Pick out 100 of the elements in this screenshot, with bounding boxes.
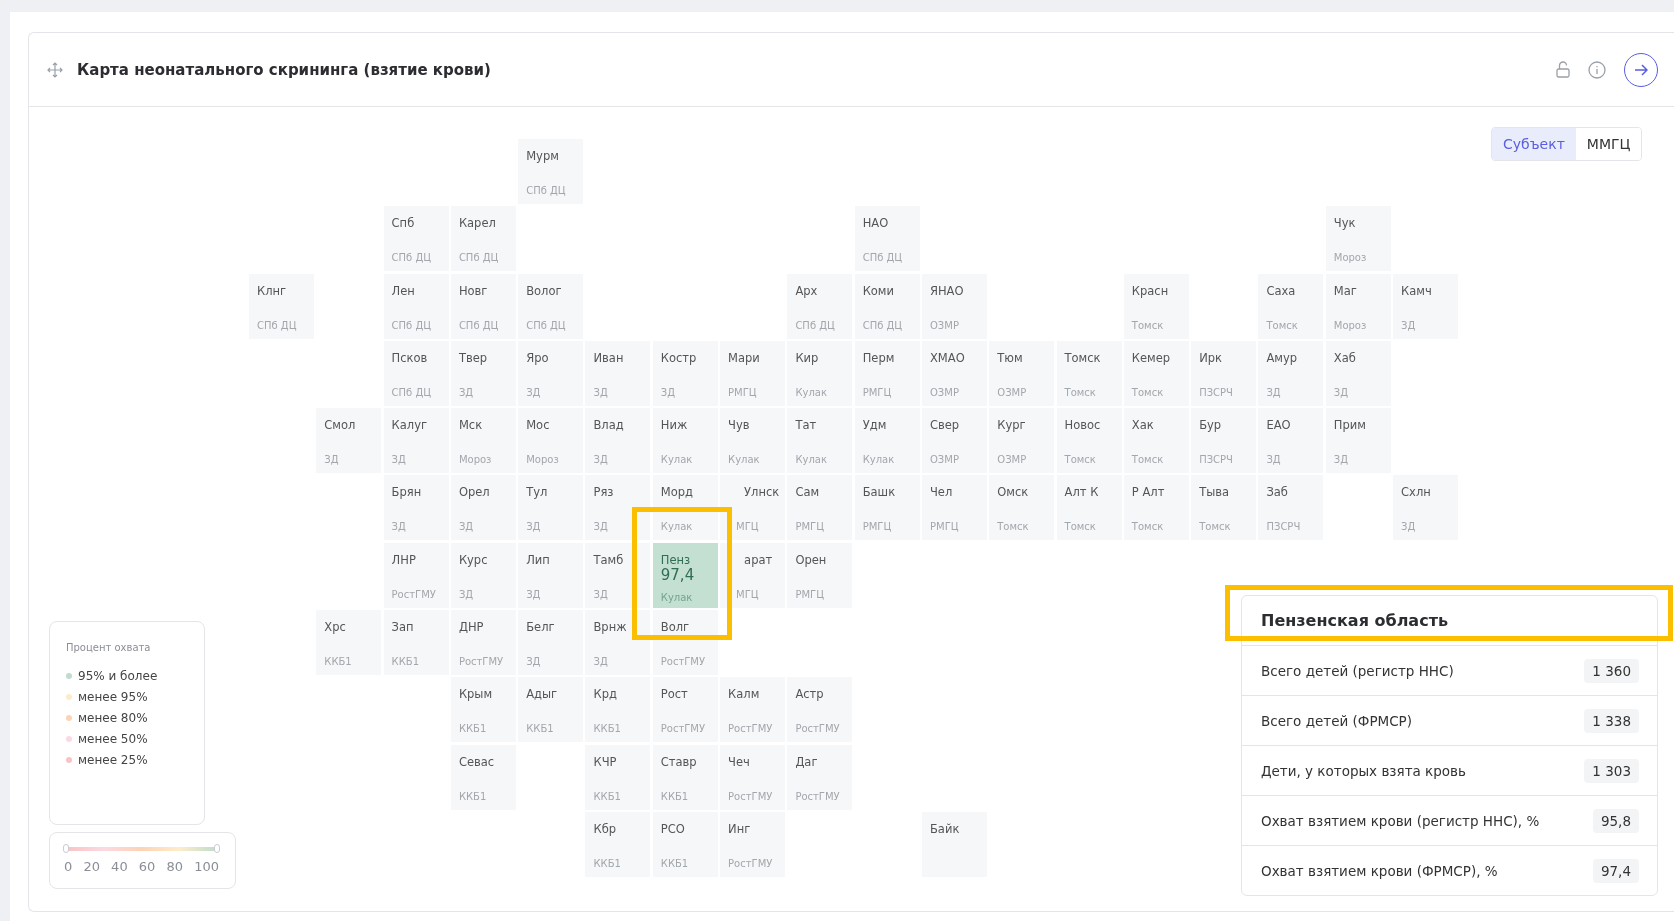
slider-handle[interactable] xyxy=(214,844,220,853)
region-tile[interactable]: Ирк ПЗСРЧ xyxy=(1191,340,1257,406)
region-tile[interactable]: Яро ЗД xyxy=(518,340,584,406)
region-tile[interactable]: ДНР РостГМУ xyxy=(450,610,516,676)
move-icon[interactable] xyxy=(47,61,63,78)
region-tile[interactable]: Клнг СПб ДЦ xyxy=(249,273,314,339)
region-tile[interactable]: Перм РМГЦ xyxy=(854,340,920,406)
region-tile[interactable]: ЕАО ЗД xyxy=(1258,408,1324,474)
region-tile[interactable]: Байк xyxy=(921,811,987,877)
region-tile[interactable]: Влад ЗД xyxy=(585,408,651,474)
region-tile[interactable]: Улнск МГЦ xyxy=(720,475,786,541)
region-tile[interactable]: Алт К Томск xyxy=(1056,475,1122,541)
region-tile[interactable]: Костр ЗД xyxy=(652,340,718,406)
region-tile[interactable]: Мурм СПб ДЦ xyxy=(518,139,584,204)
region-tile[interactable]: НАО СПб ДЦ xyxy=(854,206,920,272)
region-tile[interactable]: Тамб ЗД xyxy=(585,542,651,608)
region-tile[interactable]: Крым ККБ1 xyxy=(450,677,516,743)
region-tile[interactable]: Чел РМГЦ xyxy=(921,475,987,541)
region-tile[interactable]: КЧР ККБ1 xyxy=(585,744,651,810)
region-tile[interactable]: Тат Кулак xyxy=(787,408,853,474)
region-tile[interactable]: Брян ЗД xyxy=(383,475,449,541)
region-tile[interactable]: Рост РостГМУ xyxy=(652,677,718,743)
region-tile[interactable]: Чук Мороз xyxy=(1325,206,1391,272)
region-tile[interactable]: арат МГЦ xyxy=(720,542,786,608)
region-tile[interactable]: Инг РостГМУ xyxy=(720,811,786,877)
region-tile[interactable]: Мари РМГЦ xyxy=(720,340,786,406)
region-tile[interactable]: Карел СПб ДЦ xyxy=(450,206,516,272)
region-tile[interactable]: Калуг ЗД xyxy=(383,408,449,474)
region-tile[interactable]: Ниж Кулак xyxy=(652,408,718,474)
info-icon[interactable] xyxy=(1588,60,1606,79)
region-tile[interactable]: Кбр ККБ1 xyxy=(585,811,651,877)
region-tile[interactable]: Ставр ККБ1 xyxy=(652,744,718,810)
region-tile[interactable]: ХМАО ОЗМР xyxy=(921,340,987,406)
region-tile[interactable]: Врнж ЗД xyxy=(585,610,651,676)
region-tile[interactable]: Р Алт Томск xyxy=(1123,475,1189,541)
region-tile[interactable]: Свер ОЗМР xyxy=(921,408,987,474)
region-tile[interactable]: Башк РМГЦ xyxy=(854,475,920,541)
region-tile[interactable]: Заб ПЗСРЧ xyxy=(1258,475,1324,541)
region-tile[interactable]: Орел ЗД xyxy=(450,475,516,541)
region-tile[interactable]: ЛНР РостГМУ xyxy=(383,542,449,608)
region-tile[interactable]: Тыва Томск xyxy=(1191,475,1257,541)
region-tile[interactable]: Сам РМГЦ xyxy=(787,475,853,541)
region-tile[interactable]: Курс ЗД xyxy=(450,542,516,608)
view-tab[interactable]: Субъект xyxy=(1492,128,1576,160)
region-tile[interactable]: Спб СПб ДЦ xyxy=(383,206,449,272)
region-tile[interactable]: Бур ПЗСРЧ xyxy=(1191,408,1257,474)
region-tile[interactable]: Севас ККБ1 xyxy=(450,744,516,810)
region-name: Смол xyxy=(324,418,357,433)
region-tile[interactable]: Адыг ККБ1 xyxy=(518,677,584,743)
region-tile[interactable]: Псков СПб ДЦ xyxy=(383,340,449,406)
region-tile[interactable]: Тюм ОЗМР xyxy=(989,340,1055,406)
range-slider[interactable] xyxy=(66,847,217,851)
region-tile[interactable]: Волг РостГМУ xyxy=(652,610,718,676)
region-tile[interactable]: Даг РостГМУ xyxy=(787,744,853,810)
region-tile[interactable]: Мос Мороз xyxy=(518,408,584,474)
arrow-right-icon[interactable] xyxy=(1624,52,1658,87)
region-tile[interactable]: Маг Мороз xyxy=(1325,273,1391,339)
region-tile[interactable]: Красн Томск xyxy=(1123,273,1189,339)
region-tile[interactable]: Хаб ЗД xyxy=(1325,340,1391,406)
region-tile[interactable]: Омск Томск xyxy=(989,475,1055,541)
region-tile[interactable]: Мск Мороз xyxy=(450,408,516,474)
region-tile[interactable]: Схлн ЗД xyxy=(1393,475,1459,541)
region-tile[interactable]: Калм РостГМУ xyxy=(720,677,786,743)
slider-handle[interactable] xyxy=(63,844,69,853)
region-tile[interactable]: Зап ККБ1 xyxy=(383,610,449,676)
region-tile[interactable]: Кир Кулак xyxy=(787,340,853,406)
region-tile[interactable]: Тул ЗД xyxy=(518,475,584,541)
region-tile[interactable]: Чув Кулак xyxy=(720,408,786,474)
region-tile[interactable]: Волог СПб ДЦ xyxy=(518,273,584,339)
region-tile[interactable]: Арх СПб ДЦ xyxy=(787,273,853,339)
region-tile[interactable]: Прим ЗД xyxy=(1325,408,1391,474)
region-tile[interactable]: Астр РостГМУ xyxy=(787,677,853,743)
region-tile[interactable]: Удм Кулак xyxy=(854,408,920,474)
region-tile[interactable]: Пенз 97,4 Кулак xyxy=(652,542,718,608)
region-tile[interactable]: Хак Томск xyxy=(1123,408,1189,474)
region-tile[interactable]: Хрс ККБ1 xyxy=(316,610,382,676)
region-tile[interactable]: Ряз ЗД xyxy=(585,475,651,541)
region-tile[interactable]: Новг СПб ДЦ xyxy=(450,273,516,339)
region-tile[interactable]: Кург ОЗМР xyxy=(989,408,1055,474)
region-tile[interactable]: Лен СПб ДЦ xyxy=(383,273,449,339)
region-tile[interactable]: Орен РМГЦ xyxy=(787,542,853,608)
region-tile[interactable]: Коми СПб ДЦ xyxy=(854,273,920,339)
region-tile[interactable]: Лип ЗД xyxy=(518,542,584,608)
region-tile[interactable]: Камч ЗД xyxy=(1393,273,1459,339)
region-tile[interactable]: РСО ККБ1 xyxy=(652,811,718,877)
region-tile[interactable]: Иван ЗД xyxy=(585,340,651,406)
region-tile[interactable]: Смол ЗД xyxy=(316,408,382,474)
region-tile[interactable]: Амур ЗД xyxy=(1258,340,1324,406)
region-tile[interactable]: Томск Томск xyxy=(1056,340,1122,406)
region-tile[interactable]: Чеч РостГМУ xyxy=(720,744,786,810)
region-tile[interactable]: Морд Кулак xyxy=(652,475,718,541)
region-tile[interactable]: Новос Томск xyxy=(1056,408,1122,474)
region-name: ХМАО xyxy=(929,350,966,365)
unlock-icon[interactable] xyxy=(1556,61,1570,78)
region-tile[interactable]: Белг ЗД xyxy=(518,610,584,676)
region-tile[interactable]: Кемер Томск xyxy=(1123,340,1189,406)
region-tile[interactable]: ЯНАО ОЗМР xyxy=(921,273,987,339)
region-tile[interactable]: Твер ЗД xyxy=(450,340,516,406)
region-tile[interactable]: Саха Томск xyxy=(1258,273,1324,339)
region-tile[interactable]: Крд ККБ1 xyxy=(585,677,651,743)
